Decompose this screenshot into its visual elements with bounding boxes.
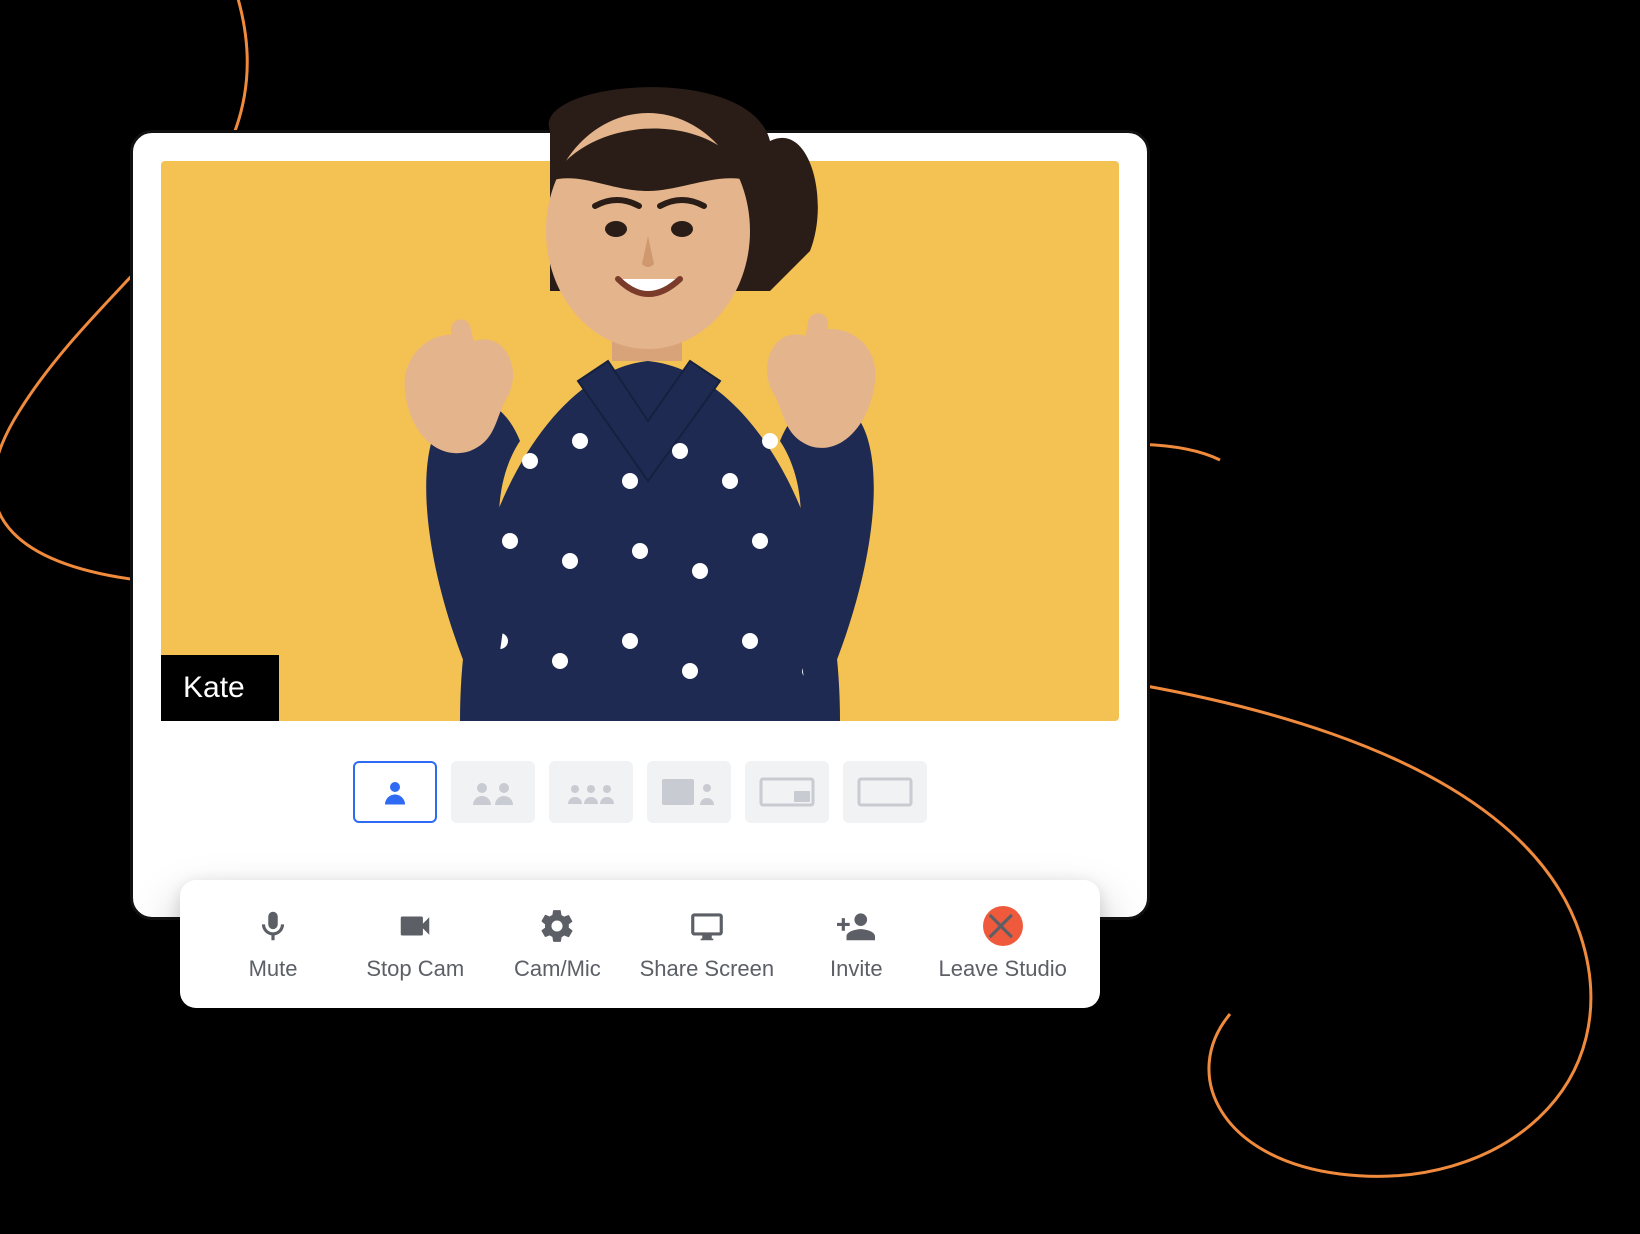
invite-button[interactable]: Invite xyxy=(796,906,916,982)
participant-name-tag: Kate xyxy=(161,655,279,721)
layout-main-plus-side[interactable] xyxy=(647,761,731,823)
layout-three-up[interactable] xyxy=(549,761,633,823)
close-icon xyxy=(983,906,1023,946)
mute-label: Mute xyxy=(249,956,298,982)
leave-label: Leave Studio xyxy=(938,956,1066,982)
invite-label: Invite xyxy=(830,956,883,982)
mute-button[interactable]: Mute xyxy=(213,906,333,982)
layout-blank[interactable] xyxy=(843,761,927,823)
layout-single[interactable] xyxy=(353,761,437,823)
monitor-icon xyxy=(688,906,726,946)
main-plus-side-icon xyxy=(660,775,718,809)
studio-window: Kate xyxy=(130,130,1150,920)
presenter-figure xyxy=(250,41,1030,721)
cam-mic-settings-button[interactable]: Cam/Mic xyxy=(497,906,617,982)
share-screen-label: Share Screen xyxy=(640,956,775,982)
person-icon xyxy=(380,777,410,807)
video-camera-icon xyxy=(396,906,434,946)
stop-cam-button[interactable]: Stop Cam xyxy=(355,906,475,982)
cam-mic-label: Cam/Mic xyxy=(514,956,601,982)
blank-frame-icon xyxy=(856,775,914,809)
two-person-icon xyxy=(468,777,518,807)
add-person-icon xyxy=(837,906,875,946)
share-screen-button[interactable]: Share Screen xyxy=(640,906,775,982)
layout-picker xyxy=(161,761,1119,823)
gear-icon xyxy=(538,906,576,946)
control-toolbar: Mute Stop Cam Cam/Mic Share Screen Invit… xyxy=(180,880,1100,1008)
layout-pip[interactable] xyxy=(745,761,829,823)
leave-studio-button[interactable]: Leave Studio xyxy=(938,906,1066,982)
layout-two-up[interactable] xyxy=(451,761,535,823)
microphone-icon xyxy=(254,906,292,946)
pip-icon xyxy=(758,775,816,809)
stop-cam-label: Stop Cam xyxy=(366,956,464,982)
main-video: Kate xyxy=(161,161,1119,721)
participant-name: Kate xyxy=(183,671,245,704)
three-person-icon xyxy=(563,777,619,807)
